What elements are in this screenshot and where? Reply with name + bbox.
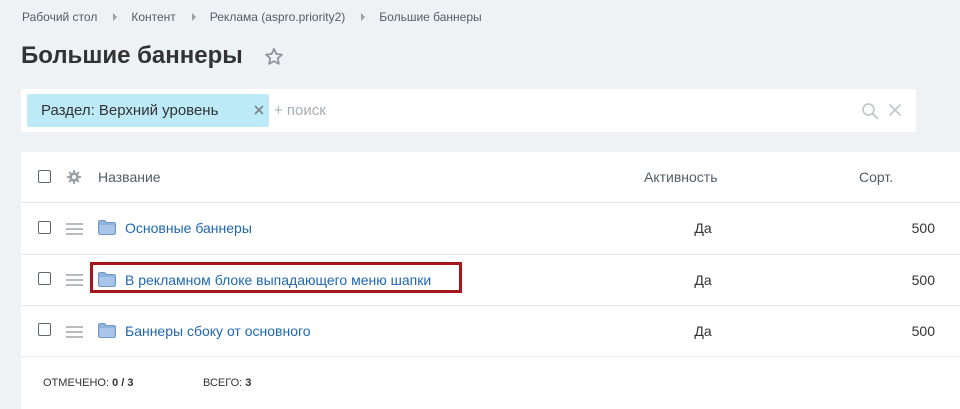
star-icon[interactable] — [263, 46, 285, 68]
row-activity: Да — [694, 272, 712, 288]
row-sort: 500 — [911, 323, 935, 339]
row-name-link[interactable]: В рекламном блоке выпадающего меню шапки — [125, 272, 431, 288]
select-all-checkbox[interactable] — [38, 170, 51, 183]
column-header-sort[interactable]: Сорт. — [859, 169, 893, 185]
filter-chip[interactable]: Раздел: Верхний уровень — [27, 94, 269, 127]
breadcrumb-separator-icon — [361, 13, 366, 21]
selected-count: Отмечено: 0 / 3 — [43, 377, 133, 389]
filter-bar: Раздел: Верхний уровень — [21, 89, 916, 132]
column-header-name[interactable]: Название — [98, 169, 161, 185]
breadcrumb-item-content[interactable]: Контент — [131, 10, 175, 24]
row-sort: 500 — [911, 220, 935, 236]
grid-header: Название Активность Сорт. — [21, 152, 960, 203]
clear-icon[interactable] — [888, 103, 902, 117]
table-row[interactable]: Баннеры сбоку от основного Да 500 — [21, 305, 960, 357]
drag-handle-icon[interactable] — [66, 326, 83, 338]
folder-icon — [98, 323, 116, 338]
column-header-activity[interactable]: Активность — [644, 169, 718, 185]
search-input[interactable] — [274, 100, 774, 120]
folder-icon — [98, 272, 116, 287]
breadcrumb-separator-icon — [191, 13, 196, 21]
selected-count-label: Отмечено: — [43, 377, 109, 389]
drag-handle-icon[interactable] — [66, 223, 83, 235]
row-sort: 500 — [911, 272, 935, 288]
breadcrumb-item-ads[interactable]: Реклама (aspro.priority2) — [210, 10, 346, 24]
row-name-link[interactable]: Основные баннеры — [125, 220, 252, 236]
row-activity: Да — [694, 323, 712, 339]
table-row[interactable]: Основные баннеры Да 500 — [21, 203, 960, 255]
total-count: Всего: 3 — [203, 377, 251, 389]
data-grid: Название Активность Сорт. Основные банне… — [21, 152, 960, 409]
breadcrumb-item-desktop[interactable]: Рабочий стол — [22, 10, 97, 24]
row-checkbox[interactable] — [38, 323, 51, 336]
filter-chip-label: Раздел: Верхний уровень — [41, 102, 219, 119]
breadcrumb-separator-icon — [113, 13, 118, 21]
selected-count-value: 0 / 3 — [112, 377, 134, 389]
table-row[interactable]: В рекламном блоке выпадающего меню шапки… — [21, 254, 960, 306]
drag-handle-icon[interactable] — [66, 274, 83, 286]
total-count-label: Всего: — [203, 377, 243, 389]
breadcrumb: Рабочий стол Контент Реклама (aspro.prio… — [22, 10, 482, 24]
row-activity: Да — [694, 220, 712, 236]
page-title: Большие баннеры — [21, 42, 243, 69]
breadcrumb-item-current[interactable]: Большие баннеры — [379, 10, 481, 24]
folder-icon — [98, 220, 116, 235]
close-icon[interactable] — [253, 104, 265, 116]
grid-footer: Отмечено: 0 / 3 Всего: 3 — [21, 357, 960, 409]
total-count-value: 3 — [245, 377, 252, 389]
search-icon[interactable] — [861, 102, 879, 120]
row-checkbox[interactable] — [38, 221, 51, 234]
row-checkbox[interactable] — [38, 272, 51, 285]
gear-icon[interactable] — [66, 169, 82, 185]
row-name-link[interactable]: Баннеры сбоку от основного — [125, 323, 311, 339]
